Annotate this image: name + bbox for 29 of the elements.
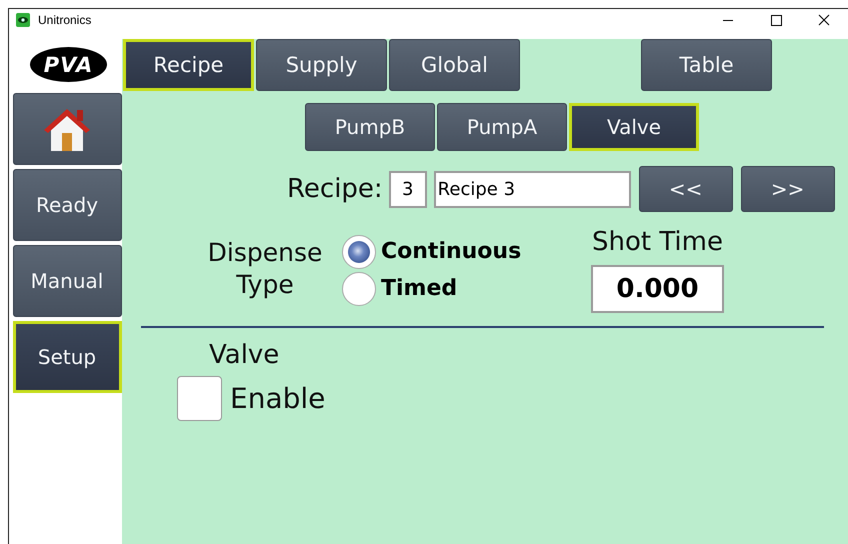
shot-time-label: Shot Time: [592, 227, 723, 257]
recipe-label: Recipe:: [287, 174, 383, 204]
logo: PVA: [30, 47, 107, 82]
sub-tab[interactable]: PumpB: [305, 103, 435, 151]
shot-time-field[interactable]: 0.000: [591, 265, 724, 313]
sidebar-button[interactable]: Setup: [12, 321, 122, 393]
home-button[interactable]: [12, 93, 122, 165]
radio-label: Timed: [381, 276, 458, 301]
tab[interactable]: Table: [641, 39, 772, 91]
tab[interactable]: Global: [389, 39, 520, 91]
window-title: Unitronics: [38, 13, 92, 27]
valve-title: Valve: [209, 340, 280, 370]
tab[interactable]: Recipe: [123, 39, 254, 91]
radio-button[interactable]: [342, 272, 376, 306]
enable-label: Enable: [230, 382, 326, 415]
sidebar-button[interactable]: Ready: [12, 169, 122, 241]
recipe-number-field[interactable]: 3: [388, 170, 427, 208]
sub-tab[interactable]: Valve: [569, 103, 699, 151]
radio-button[interactable]: [342, 234, 376, 268]
app-icon: [16, 13, 30, 27]
sub-tab[interactable]: PumpA: [437, 103, 567, 151]
radio-label: Continuous: [381, 239, 522, 264]
recipe-name-field[interactable]: Recipe 3: [434, 170, 631, 208]
checkbox[interactable]: [177, 376, 222, 421]
tab[interactable]: Supply: [256, 39, 387, 91]
previous-button[interactable]: <<: [638, 166, 733, 212]
dispense-type-label: Dispense Type: [206, 237, 324, 301]
sidebar-button[interactable]: Manual: [12, 245, 122, 317]
next-button[interactable]: >>: [740, 166, 835, 212]
